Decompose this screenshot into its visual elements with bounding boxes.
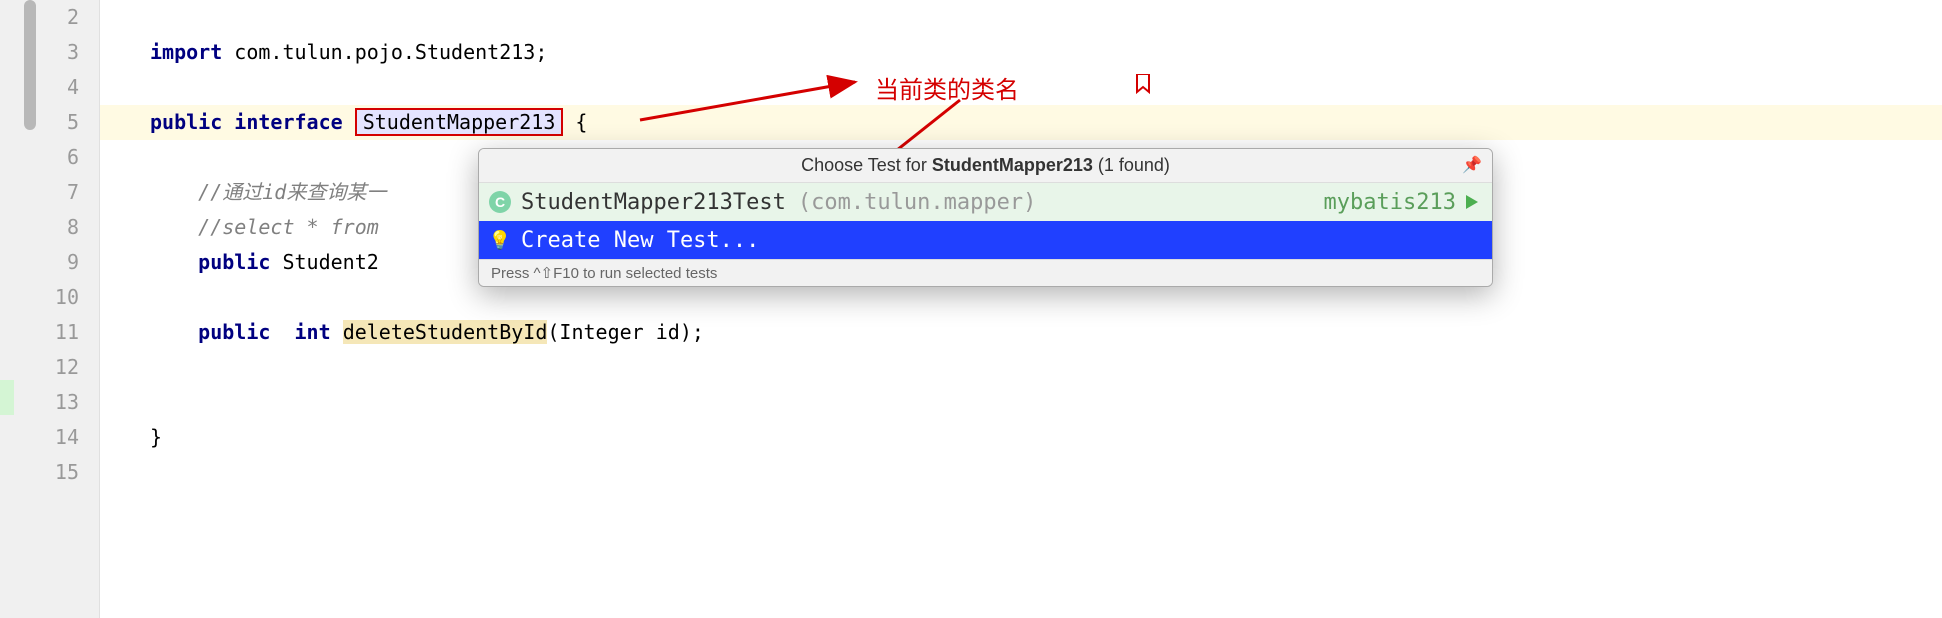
line-number: 6 bbox=[0, 140, 99, 175]
keyword-int: int bbox=[295, 320, 331, 344]
popup-title: Choose Test for StudentMapper213 (1 foun… bbox=[479, 149, 1492, 183]
code-line: } bbox=[100, 420, 1942, 455]
code-line: import com.tulun.pojo.Student213; bbox=[100, 35, 1942, 70]
line-number: 15 bbox=[0, 455, 99, 490]
keyword-interface: interface bbox=[234, 110, 342, 134]
gutter: 2 3 4 5 6 7 8 9 10 11 12 13 14 15 bbox=[0, 0, 100, 618]
code-line bbox=[100, 455, 1942, 490]
keyword-public: public bbox=[150, 110, 222, 134]
keyword-import: import bbox=[150, 40, 222, 64]
line-number: 2 bbox=[0, 0, 99, 35]
code-line: public int deleteStudentById(Integer id)… bbox=[100, 315, 1942, 350]
keyword-public: public bbox=[198, 250, 270, 274]
line-number: 14 bbox=[0, 420, 99, 455]
class-icon: C bbox=[489, 191, 511, 213]
code-line-current: public interface StudentMapper213 { bbox=[100, 105, 1942, 140]
line-number: 12 bbox=[0, 350, 99, 385]
keyword-public: public bbox=[198, 320, 270, 344]
choose-test-popup: Choose Test for StudentMapper213 (1 foun… bbox=[478, 148, 1493, 287]
code-line bbox=[100, 350, 1942, 385]
line-number: 10 bbox=[0, 280, 99, 315]
line-number: 4 bbox=[0, 70, 99, 105]
gutter-marker bbox=[0, 380, 14, 415]
popup-item-create-new-test[interactable]: 💡 Create New Test... bbox=[479, 221, 1492, 259]
annotation-label: 当前类的类名 bbox=[875, 70, 1019, 105]
code-line bbox=[100, 70, 1942, 105]
pin-icon[interactable]: 📌 bbox=[1462, 155, 1482, 175]
code-editor[interactable]: import com.tulun.pojo.Student213; public… bbox=[100, 0, 1942, 618]
line-number: 5 bbox=[0, 105, 99, 140]
comment: //select * from bbox=[198, 215, 379, 239]
class-name-highlight: StudentMapper213 bbox=[355, 108, 564, 136]
code-line bbox=[100, 385, 1942, 420]
line-number: 9 bbox=[0, 245, 99, 280]
method-name: deleteStudentById bbox=[343, 320, 548, 344]
comment: //通过id来查询某一 bbox=[198, 180, 386, 204]
line-number: 3 bbox=[0, 35, 99, 70]
popup-footer-hint: Press ^⇧F10 to run selected tests bbox=[479, 259, 1492, 286]
line-number: 13 bbox=[0, 385, 99, 420]
run-icon bbox=[1462, 192, 1482, 212]
popup-item-existing-test[interactable]: C StudentMapper213Test (com.tulun.mapper… bbox=[479, 183, 1492, 221]
scroll-thumb[interactable] bbox=[24, 0, 36, 130]
line-number: 8 bbox=[0, 210, 99, 245]
line-number: 7 bbox=[0, 175, 99, 210]
line-number: 11 bbox=[0, 315, 99, 350]
lightbulb-icon: 💡 bbox=[489, 229, 511, 251]
bookmark-icon bbox=[1135, 74, 1151, 99]
code-line bbox=[100, 0, 1942, 35]
